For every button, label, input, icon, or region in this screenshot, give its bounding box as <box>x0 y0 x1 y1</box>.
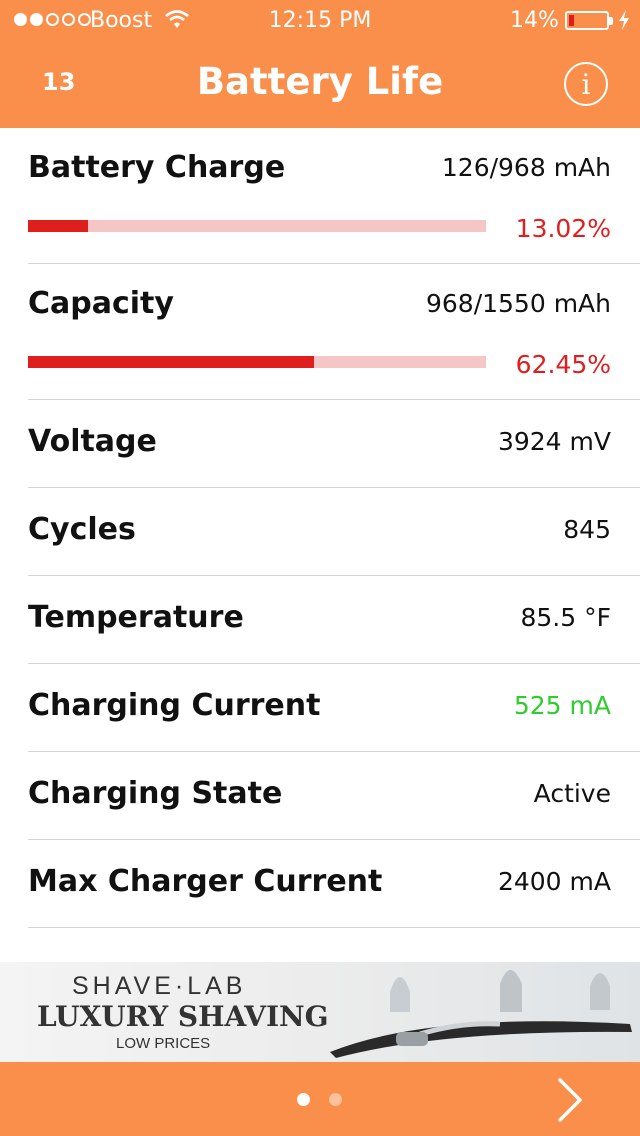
voltage-label: Voltage <box>28 424 157 459</box>
capacity-bar <box>28 356 486 368</box>
capacity-label: Capacity <box>28 286 174 321</box>
chevron-right-icon[interactable] <box>550 1076 590 1124</box>
temperature-value: 85.5 °F <box>520 603 612 632</box>
page-indicator-dot-active <box>297 1093 310 1106</box>
row-cycles: Cycles 845 <box>0 488 640 576</box>
row-charging-state: Charging State Active <box>0 752 640 840</box>
row-max-charger-current: Max Charger Current 2400 mA <box>0 840 640 928</box>
status-bar: Boost 12:15 PM 14% <box>0 0 640 40</box>
battery-percent: 14% <box>510 8 559 33</box>
charging-state-label: Charging State <box>28 776 283 811</box>
capacity-percent: 62.45% <box>515 350 611 379</box>
charging-current-value: 525 mA <box>513 691 611 720</box>
voltage-value: 3924 mV <box>497 427 611 456</box>
charging-state-value: Active <box>533 779 611 808</box>
battery-charge-label: Battery Charge <box>28 150 286 185</box>
page-title: Battery Life <box>196 60 444 103</box>
row-charging-current: Charging Current 525 mA <box>0 664 640 752</box>
battery-stats-list: Battery Charge 126/968 mAh 13.02% Capaci… <box>0 128 640 928</box>
bottom-bar <box>0 1062 640 1136</box>
ad-headline: LUXURY SHAVING <box>37 1000 329 1033</box>
cycles-label: Cycles <box>28 512 136 547</box>
info-button[interactable]: i <box>564 62 608 106</box>
capacity-bar-fill <box>28 356 315 368</box>
charging-bolt-icon <box>619 10 629 30</box>
ad-banner[interactable]: SHAVE·LAB LUXURY SHAVING LOW PRICES <box>0 962 640 1062</box>
battery-icon <box>565 11 613 30</box>
page-indicator-dot[interactable] <box>329 1093 342 1106</box>
divider <box>28 927 640 928</box>
battery-charge-bar <box>28 220 486 232</box>
battery-charge-value: 126/968 mAh <box>441 153 611 182</box>
temperature-label: Temperature <box>28 600 244 635</box>
capacity-value: 968/1550 mAh <box>425 289 611 318</box>
info-icon: i <box>581 68 591 101</box>
row-voltage: Voltage 3924 mV <box>0 400 640 488</box>
battery-level-fill <box>569 15 574 26</box>
app-header: Boost 12:15 PM 14% 13 Battery Life i <box>0 0 640 128</box>
ad-brand: SHAVE·LAB <box>72 972 247 1000</box>
max-charger-current-value: 2400 mA <box>497 867 611 896</box>
battery-charge-percent: 13.02% <box>515 214 611 243</box>
nav-bar: 13 Battery Life i <box>0 40 640 128</box>
max-charger-current-label: Max Charger Current <box>28 864 383 899</box>
battery-charge-bar-fill <box>28 220 88 232</box>
ad-subtext: LOW PRICES <box>116 1035 211 1052</box>
razor-image <box>330 970 632 1058</box>
row-battery-charge: Battery Charge 126/968 mAh 13.02% <box>0 128 640 264</box>
row-capacity: Capacity 968/1550 mAh 62.45% <box>0 264 640 400</box>
charging-current-label: Charging Current <box>28 688 321 723</box>
row-temperature: Temperature 85.5 °F <box>0 576 640 664</box>
cycles-value: 845 <box>563 515 611 544</box>
